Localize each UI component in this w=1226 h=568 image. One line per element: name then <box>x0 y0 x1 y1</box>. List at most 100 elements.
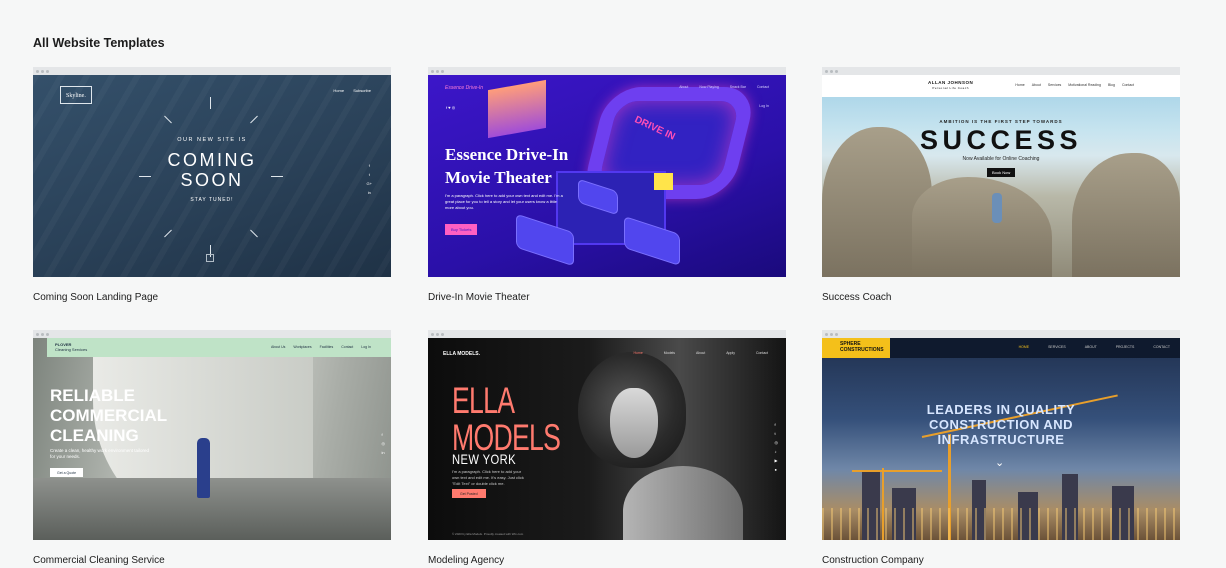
template-card-coming-soon[interactable]: Skyline. Home Subscribe OUR NEW SITE IS … <box>33 67 391 303</box>
preview-hero: OUR NEW SITE IS COMING SOON STAY TUNED! <box>33 137 391 203</box>
preview-title-line: INFRASTRUCTURE <box>937 432 1065 447</box>
template-name[interactable]: Drive-In Movie Theater <box>428 292 786 303</box>
template-card-commercial-cleaning[interactable]: PLOVER Cleaning Services About Us Workpl… <box>33 330 391 566</box>
template-card-drive-in[interactable]: DRIVE IN Essence Drive-In About Now Play… <box>428 67 786 303</box>
instagram-icon: ◎ <box>381 441 386 446</box>
preview-logo-sub: Personal Life Coach <box>932 86 969 90</box>
preview-logo-sub: Cleaning Services <box>55 347 88 352</box>
template-name[interactable]: Commercial Cleaning Service <box>33 555 391 566</box>
preview-social-icons: f t ◎ ♪ ▶ ● <box>775 420 779 474</box>
preview-nav-item: Contact <box>756 85 769 89</box>
linkedin-icon: in <box>381 450 385 455</box>
preview-title-line: ELLA <box>452 380 515 421</box>
preview-nav-item: SERVICES <box>1048 345 1066 349</box>
browser-bar <box>33 330 391 338</box>
preview-paragraph: I'm a paragraph. Click here to add your … <box>445 193 563 210</box>
template-thumbnail[interactable]: ALLAN JOHNSON Personal Life Coach Home A… <box>822 75 1180 277</box>
preview-headline-line: COMING <box>167 150 257 170</box>
scroll-square-icon <box>206 254 214 262</box>
browser-dot <box>441 69 444 73</box>
preview-nav-item: About <box>679 85 689 89</box>
building-window <box>654 173 673 190</box>
preview-nav-item: Now Playing <box>699 85 719 89</box>
template-thumbnail[interactable]: Skyline. Home Subscribe OUR NEW SITE IS … <box>33 75 391 277</box>
preview-paragraph: Create a clean, healthy work environment… <box>50 448 150 459</box>
browser-dot <box>830 69 833 73</box>
template-name[interactable]: Coming Soon Landing Page <box>33 292 391 303</box>
preview-title-line: Essence Drive-In <box>445 145 569 164</box>
preview-kicker: OUR NEW SITE IS <box>177 137 247 143</box>
preview-nav: HOME SERVICES ABOUT PROJECTS CONTACT <box>1001 345 1170 349</box>
preview-nav-item: About Us <box>271 345 286 349</box>
preview-footer-text: © 2023 by Ella Models. Proudly created w… <box>452 532 524 536</box>
tiktok-icon: ♪ <box>774 449 777 454</box>
preview-button: Get Posted <box>452 489 486 498</box>
template-thumbnail[interactable]: DRIVE IN Essence Drive-In About Now Play… <box>428 75 786 277</box>
preview-headline-line: SOON <box>180 170 244 190</box>
browser-dot <box>46 69 49 73</box>
preview-nav-item: HOME <box>1018 345 1030 349</box>
preview-social-icons: f t G+ in <box>367 161 372 197</box>
template-name[interactable]: Success Coach <box>822 292 1180 303</box>
preview-nav-item: Models <box>663 351 676 355</box>
template-card-construction[interactable]: SPHERE CONSTRUCTIONS HOME SERVICES ABOUT… <box>822 330 1180 566</box>
preview-logo: SPHERE CONSTRUCTIONS <box>822 338 890 358</box>
preview-nav-item: Blog <box>1107 83 1115 87</box>
browser-bar <box>822 67 1180 75</box>
preview-logo: ALLAN JOHNSON Personal Life Coach <box>928 80 973 90</box>
page-title: All Website Templates <box>33 36 165 50</box>
preview-logo: ELLA MODELS. <box>443 351 481 357</box>
preview-title: Essence Drive-In Movie Theater <box>445 143 645 189</box>
template-thumbnail[interactable]: SPHERE CONSTRUCTIONS HOME SERVICES ABOUT… <box>822 338 1180 540</box>
preview-city: NEW YORK <box>452 451 516 467</box>
preview-nav-item: CONTACT <box>1153 345 1170 349</box>
preview-nav-item: About <box>1031 83 1041 87</box>
preview-nav-item: Home <box>1015 83 1025 87</box>
template-card-modeling-agency[interactable]: ELLA MODELS. Home Models About Apply Con… <box>428 330 786 566</box>
preview-title: RELIABLE COMMERCIAL CLEANING <box>50 386 167 446</box>
twitter-icon: t <box>774 431 776 436</box>
browser-dot <box>41 69 44 73</box>
preview-nav-item: Facilities <box>319 345 334 349</box>
preview-logo: Skyline. <box>60 86 92 104</box>
youtube-icon: ▶ <box>774 458 778 463</box>
browser-bar <box>822 330 1180 338</box>
preview-nav-item: Motivational Reading <box>1068 83 1101 87</box>
clock-tick <box>210 97 211 109</box>
chevron-down-icon: ⌄ <box>995 457 1005 469</box>
preview-nav: Home Subscribe <box>325 88 371 93</box>
browser-dot <box>835 332 838 336</box>
preview-social-icons: f ♥ ◎ <box>446 105 456 110</box>
preview-nav-item: Log In <box>361 345 371 349</box>
preview-nav-item: Services <box>1047 83 1062 87</box>
browser-dot <box>431 69 434 73</box>
preview-logo: Essence Drive-In <box>445 85 484 91</box>
template-card-success-coach[interactable]: ALLAN JOHNSON Personal Life Coach Home A… <box>822 67 1180 303</box>
preview-nav-item: Snack Bar <box>729 85 746 89</box>
browser-dot <box>36 332 39 336</box>
preview-nav-item: Contact <box>755 351 768 355</box>
preview-title-line: RELIABLE <box>50 386 135 405</box>
movie-screen <box>488 79 546 139</box>
template-name[interactable]: Modeling Agency <box>428 555 786 566</box>
browser-dot <box>41 332 44 336</box>
preview-logo-name: ALLAN JOHNSON <box>928 80 974 85</box>
browser-dot <box>825 332 828 336</box>
model-shoulder <box>623 466 743 540</box>
google-plus-icon: G+ <box>366 181 372 186</box>
preview-nav-item: About <box>696 351 706 355</box>
cleaning-worker <box>197 438 210 498</box>
preview-button: Book Now <box>987 168 1016 177</box>
template-name[interactable]: Construction Company <box>822 555 1180 566</box>
preview-title-line: CLEANING <box>50 426 139 445</box>
browser-dot <box>835 69 838 73</box>
cliff <box>1072 153 1180 277</box>
facebook-icon: f <box>381 432 383 437</box>
preview-title-line: LEADERS IN QUALITY <box>926 402 1076 417</box>
template-thumbnail[interactable]: PLOVER Cleaning Services About Us Workpl… <box>33 338 391 540</box>
template-thumbnail[interactable]: ELLA MODELS. Home Models About Apply Con… <box>428 338 786 540</box>
climber <box>992 193 1002 223</box>
browser-bar <box>428 330 786 338</box>
preview-tagline: AMBITION IS THE FIRST STEP TOWARDS <box>939 119 1063 124</box>
city-lights <box>822 508 1180 540</box>
